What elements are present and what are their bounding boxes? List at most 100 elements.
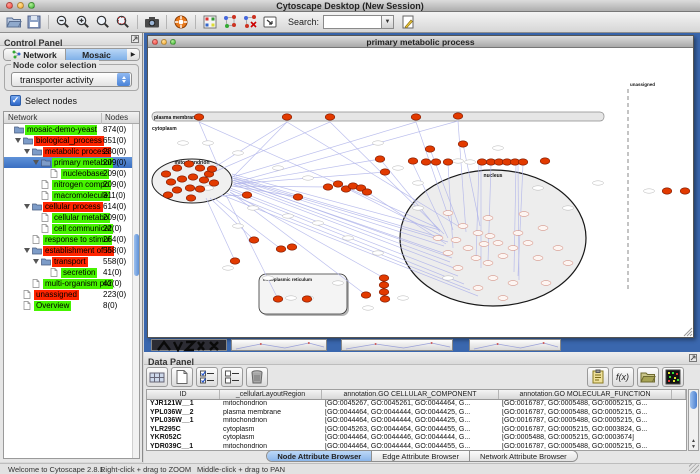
disclosure-triangle-icon[interactable]	[24, 204, 30, 209]
table-cell[interactable]: [GO:0045267, GO:0045261, GO:0044464, G..…	[322, 400, 499, 409]
attribute-batch-icon[interactable]	[587, 367, 609, 387]
node[interactable]	[508, 246, 518, 251]
tree-row[interactable]: transport558(0)	[4, 256, 139, 267]
node[interactable]	[538, 226, 548, 231]
tree-row[interactable]: biological_process651(0)	[4, 135, 139, 146]
table-cell[interactable]: cytoplasm	[220, 426, 322, 435]
table-cell[interactable]: [GO:0016787, GO:0005488, GO:0005215, G..…	[499, 409, 672, 418]
tree-row[interactable]: Overview8(0)	[4, 300, 139, 311]
disclosure-triangle-icon[interactable]	[15, 138, 21, 143]
table-cell[interactable]: mitochondrion	[220, 400, 322, 409]
table-row[interactable]: YPL036W__1mitochondrion[GO:0044464, GO:0…	[147, 417, 686, 426]
node[interactable]	[379, 275, 389, 281]
background-window[interactable]	[231, 339, 327, 351]
node[interactable]	[463, 246, 473, 251]
table-cell[interactable]: [GO:0044464, GO:0044446, GO:0044444, G..…	[322, 434, 499, 443]
node[interactable]	[177, 176, 187, 182]
node[interactable]	[458, 224, 468, 229]
node[interactable]	[242, 192, 252, 198]
node[interactable]	[662, 188, 672, 194]
node[interactable]	[276, 246, 286, 252]
save-icon[interactable]	[24, 13, 44, 31]
zoom-in-icon[interactable]	[73, 13, 93, 31]
table-cell[interactable]: plasma membrane	[220, 409, 322, 418]
node[interactable]	[188, 174, 198, 180]
resize-grip[interactable]	[689, 463, 699, 473]
float-panel-icon[interactable]	[131, 35, 139, 43]
background-window[interactable]	[341, 339, 453, 351]
node[interactable]	[488, 276, 498, 281]
node[interactable]	[185, 185, 195, 191]
snapshot-icon[interactable]	[142, 13, 162, 31]
node[interactable]	[230, 258, 240, 264]
tree-row[interactable]: mosaic-demo-yeast874(0)	[4, 124, 139, 135]
delete-attribute-icon[interactable]	[246, 367, 268, 387]
node[interactable]	[540, 158, 550, 164]
vizmapper-icon[interactable]	[200, 13, 220, 31]
table-cell[interactable]: cytoplasm	[220, 434, 322, 443]
attribute-matrix-icon[interactable]	[662, 367, 684, 387]
table-row[interactable]: YLR295Ccytoplasm[GO:0045263, GO:0044464,…	[147, 426, 686, 435]
table-cell[interactable]: [GO:0044464, GO:0044444, GO:0044425, G..…	[322, 409, 499, 418]
table-cell[interactable]: YPL036W__2	[147, 409, 220, 418]
tree-row[interactable]: metabolic process280(0)	[4, 146, 139, 157]
tab-network-attribute-browser[interactable]: Network Attribute Browser	[470, 451, 577, 461]
table-scrollbar-arrows[interactable]: ▲▼	[689, 438, 698, 450]
select-all-attributes-icon[interactable]	[196, 367, 218, 387]
node[interactable]	[541, 281, 551, 286]
node[interactable]	[523, 241, 533, 246]
node[interactable]	[479, 242, 489, 247]
node-color-dropdown[interactable]: transporter activity	[11, 72, 132, 87]
unselect-all-attributes-icon[interactable]	[221, 367, 243, 387]
table-scrollbar[interactable]: ▲▼	[688, 389, 699, 451]
node[interactable]	[375, 156, 385, 162]
node[interactable]	[287, 244, 297, 250]
node[interactable]	[249, 237, 259, 243]
node[interactable]	[186, 195, 196, 201]
tree-row[interactable]: cell communicat22(0)	[4, 223, 139, 234]
node[interactable]	[408, 158, 418, 164]
tree-row[interactable]: response to stimul264(0)	[4, 234, 139, 245]
tree-scrollbar-thumb[interactable]	[134, 234, 139, 276]
table-scrollbar-thumb[interactable]	[690, 391, 697, 409]
tab-network[interactable]: Network	[4, 49, 66, 60]
background-window[interactable]	[469, 339, 561, 351]
node[interactable]	[199, 177, 209, 183]
node[interactable]	[508, 281, 518, 286]
node[interactable]	[380, 296, 390, 302]
node[interactable]	[362, 189, 372, 195]
table-cell[interactable]: YKR052C	[147, 434, 220, 443]
node[interactable]	[553, 246, 563, 251]
node[interactable]	[172, 165, 182, 171]
table-cell[interactable]: YLR295C	[147, 426, 220, 435]
table-cell[interactable]: [GO:0016787, GO:0005215, GO:0003824, G..…	[499, 426, 672, 435]
node[interactable]	[533, 256, 543, 261]
disclosure-triangle-icon[interactable]	[24, 149, 30, 154]
tree-row[interactable]: establishment of lo558(0)	[4, 245, 139, 256]
node[interactable]	[323, 184, 333, 190]
node[interactable]	[453, 266, 463, 271]
node[interactable]	[194, 114, 204, 120]
node[interactable]	[563, 261, 573, 266]
zoom-selected-icon[interactable]	[113, 13, 133, 31]
node[interactable]	[293, 194, 303, 200]
tree-row[interactable]: nucleobase-209(0)	[4, 168, 139, 179]
node[interactable]	[325, 114, 335, 120]
table-cell[interactable]: [GO:0005488, GO:0005215, GO:0003674]	[499, 434, 672, 443]
tab-mosaic[interactable]: Mosaic	[66, 49, 127, 60]
column-header[interactable]: annotation.GO CELLULAR_COMPONENT	[322, 390, 499, 399]
node[interactable]	[498, 296, 508, 301]
node[interactable]	[166, 179, 176, 185]
tab-overflow-arrow[interactable]: ▶	[127, 49, 139, 60]
search-input[interactable]	[323, 15, 381, 29]
node[interactable]	[471, 256, 481, 261]
column-header[interactable]: annotation.GO MOLECULAR_FUNCTION	[499, 390, 672, 399]
node[interactable]	[443, 159, 453, 165]
node[interactable]	[380, 169, 390, 175]
tree-row[interactable]: secretion41(0)	[4, 267, 139, 278]
node[interactable]	[519, 212, 529, 217]
tree-row[interactable]: cellular process614(0)	[4, 201, 139, 212]
table-cell[interactable]: [GO:0016787, GO:0005488, GO:0005215, G..…	[499, 400, 672, 409]
node[interactable]	[493, 241, 503, 246]
node[interactable]	[477, 159, 487, 165]
